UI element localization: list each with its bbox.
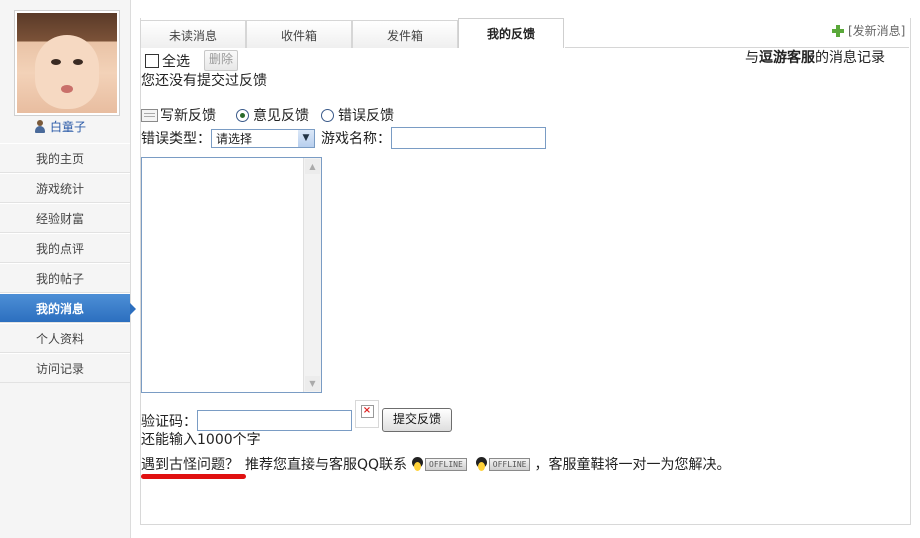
textarea-scrollbar[interactable]: ▲ ▼	[303, 158, 321, 392]
tab-unread[interactable]: 未读消息	[140, 20, 246, 48]
error-type-value: 请选择	[216, 131, 253, 146]
sidebar-item-visit-history[interactable]: 访问记录	[0, 353, 130, 383]
select-all-label: 全选	[162, 53, 190, 70]
record-suffix: 的消息记录	[815, 50, 885, 66]
envelope-icon	[141, 108, 158, 122]
opinion-feedback-label: 意见反馈	[253, 108, 309, 124]
qq-contact-1[interactable]: OFFLINE	[411, 456, 467, 472]
game-name-input[interactable]	[391, 127, 546, 149]
captcha-row: 验证码： × 提交反馈	[141, 396, 453, 432]
help-suffix: ，客服童鞋将一对一为您解决。	[534, 457, 731, 473]
sidebar-nav: 我的主页 游戏统计 经验财富 我的点评 我的帖子 我的消息 个人资料 访问记录	[0, 143, 136, 383]
avatar[interactable]	[14, 10, 120, 116]
tab-outbox[interactable]: 发件箱	[352, 20, 458, 48]
new-message-link[interactable]: [发新消息]	[832, 22, 905, 39]
scroll-up-arrow-icon[interactable]: ▲	[305, 159, 320, 174]
sidebar-item-my-messages[interactable]: 我的消息	[0, 293, 136, 323]
error-type-label: 错误类型：	[141, 131, 211, 147]
help-text: 推荐您直接与客服QQ联系	[245, 457, 408, 473]
new-message-label: [发新消息]	[848, 24, 906, 38]
error-type-select[interactable]: 请选择 ▼	[211, 128, 315, 148]
char-count: 还能输入1000个字	[141, 429, 261, 449]
tab-my-feedback[interactable]: 我的反馈	[458, 18, 564, 48]
opinion-feedback-radio[interactable]	[236, 108, 249, 122]
sidebar-item-game-stats[interactable]: 游戏统计	[0, 173, 130, 203]
error-feedback-radio[interactable]	[321, 108, 334, 122]
message-record-heading: 与逗游客服的消息记录	[745, 47, 885, 67]
submit-feedback-button[interactable]: 提交反馈	[382, 408, 453, 432]
user-icon	[34, 120, 46, 133]
error-details-row: 错误类型： 请选择 ▼ 游戏名称：	[141, 127, 546, 149]
select-all-checkbox[interactable]	[145, 53, 159, 68]
game-name-label: 游戏名称：	[321, 131, 391, 147]
red-underline-annotation	[141, 474, 246, 479]
broken-image-icon: ×	[360, 405, 374, 418]
write-feedback-label: 写新反馈	[160, 108, 216, 124]
captcha-input[interactable]	[197, 409, 352, 431]
sidebar: 白童子 我的主页 游戏统计 经验财富 我的点评 我的帖子 我的消息 个人资料 访…	[0, 0, 136, 538]
qq-penguin-icon	[475, 456, 488, 472]
scroll-down-arrow-icon[interactable]: ▼	[305, 376, 320, 391]
record-prefix: 与	[745, 50, 759, 66]
delete-button[interactable]: 删除	[204, 50, 239, 71]
offline-badge: OFFLINE	[425, 457, 467, 471]
sidebar-item-my-reviews[interactable]: 我的点评	[0, 233, 130, 263]
qq-contact-2[interactable]: OFFLINE	[475, 456, 531, 472]
sidebar-item-profile[interactable]: 个人资料	[0, 323, 130, 353]
username-link[interactable]: 白童子	[34, 118, 86, 135]
qq-penguin-icon	[411, 456, 424, 472]
record-contact-name: 逗游客服	[759, 50, 815, 66]
chevron-down-icon: ▼	[298, 129, 314, 147]
tab-inbox[interactable]: 收件箱	[246, 20, 352, 48]
feedback-textarea[interactable]: ▲ ▼	[141, 157, 322, 393]
avatar-image	[17, 13, 117, 113]
no-feedback-message: 您还没有提交过反馈	[141, 73, 267, 89]
offline-badge: OFFLINE	[488, 457, 531, 471]
captcha-image[interactable]: ×	[355, 400, 379, 428]
bulk-actions: 全选 删除	[145, 50, 239, 71]
feedback-type-row: 写新反馈 意见反馈 错误反馈	[141, 105, 394, 125]
sidebar-item-homepage[interactable]: 我的主页	[0, 143, 130, 173]
help-line: 遇到古怪问题？ 推荐您直接与客服QQ联系 OFFLINE OFFLINE ，客服…	[141, 454, 730, 474]
no-feedback-text: 您还没有提交过反馈	[141, 70, 267, 90]
error-feedback-label: 错误反馈	[338, 108, 394, 124]
captcha-label: 验证码：	[141, 414, 197, 430]
problem-link[interactable]: 遇到古怪问题？	[141, 454, 239, 474]
sidebar-item-my-posts[interactable]: 我的帖子	[0, 263, 130, 293]
message-tabs: 未读消息 收件箱 发件箱 我的反馈	[140, 18, 564, 48]
plus-icon	[832, 24, 844, 37]
sidebar-item-experience-wealth[interactable]: 经验财富	[0, 203, 130, 233]
username-label: 白童子	[50, 120, 87, 134]
remaining-chars-text: 还能输入1000个字	[141, 432, 261, 448]
